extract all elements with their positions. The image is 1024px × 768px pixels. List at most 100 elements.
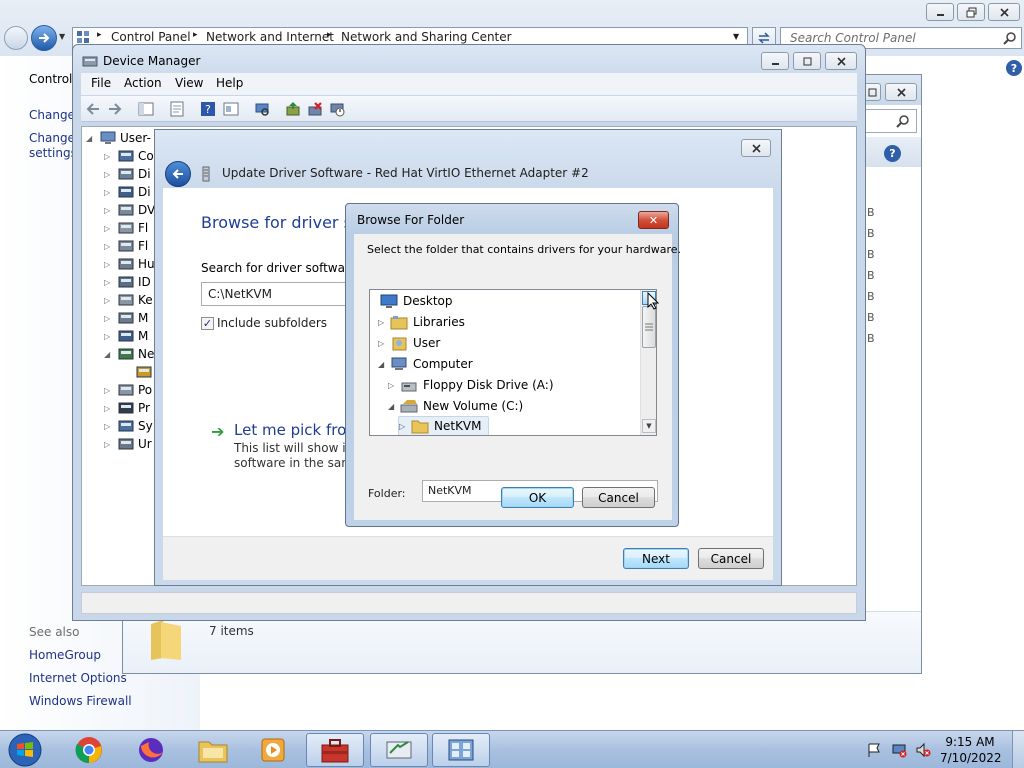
close-button[interactable]: ✕	[638, 211, 669, 229]
close-button[interactable]	[988, 3, 1020, 21]
breadcrumb-control-panel[interactable]: Control Panel	[111, 30, 191, 44]
expand-arrow[interactable]: ▷	[104, 224, 114, 233]
close-button[interactable]	[741, 139, 771, 157]
expand-arrow[interactable]: ▷	[104, 404, 114, 413]
back-icon[interactable]	[85, 101, 101, 117]
let-me-pick-link[interactable]: Let me pick from	[234, 421, 361, 439]
disable-device-icon[interactable]	[329, 101, 345, 117]
folder-tree-item[interactable]: ▷ Libraries	[378, 312, 465, 332]
collapse-arrow[interactable]: ◢	[378, 360, 388, 369]
expand-arrow[interactable]: ▷	[104, 314, 114, 323]
change-sharing-link-2[interactable]: settings	[29, 146, 77, 160]
forward-icon[interactable]	[107, 101, 123, 117]
search-input[interactable]	[865, 109, 917, 133]
device-category-item[interactable]: ▷ Fl	[104, 219, 148, 237]
maximize-button[interactable]	[793, 52, 821, 70]
driver-path-input[interactable]: C:\NetKVM	[201, 282, 351, 306]
expand-arrow[interactable]: ▷	[104, 260, 114, 269]
expand-arrow[interactable]: ▷	[104, 296, 114, 305]
forward-button[interactable]	[31, 25, 57, 51]
device-category-item[interactable]: ▷ DV	[104, 201, 155, 219]
collapse-arrow[interactable]: ◢	[388, 402, 398, 411]
help-icon[interactable]: ?	[1006, 60, 1022, 76]
folder-tree-item[interactable]: Desktop	[378, 291, 453, 311]
expand-arrow[interactable]: ▷	[104, 386, 114, 395]
tree-root[interactable]: ◢ User-	[86, 129, 151, 147]
volume-muted-icon[interactable]	[915, 742, 931, 758]
folder-tree-item[interactable]: ▷ User	[378, 333, 440, 353]
device-category-item[interactable]: ▷ Pr	[104, 399, 150, 417]
cancel-button[interactable]: Cancel	[582, 487, 655, 508]
change-sharing-link[interactable]: Change	[29, 131, 75, 145]
view-icon[interactable]	[223, 101, 239, 117]
device-category-item[interactable]: ▷ Fl	[104, 237, 148, 255]
collapse-arrow[interactable]: ◢	[86, 134, 96, 143]
back-button[interactable]	[4, 26, 28, 50]
device-category-item[interactable]: ◢ Ne	[104, 345, 154, 363]
expand-arrow[interactable]: ▷	[388, 381, 398, 390]
network-status-icon[interactable]	[891, 742, 907, 758]
vertical-scrollbar[interactable]: ▼	[640, 290, 656, 435]
media-player-taskbar-button[interactable]	[244, 733, 302, 767]
menu-help[interactable]: Help	[216, 76, 243, 90]
show-hide-tree-icon[interactable]	[138, 101, 154, 117]
expand-arrow[interactable]: ▷	[104, 242, 114, 251]
scroll-thumb[interactable]	[642, 306, 656, 348]
explorer-taskbar-button[interactable]	[184, 733, 242, 767]
cancel-button[interactable]: Cancel	[698, 548, 764, 569]
chrome-taskbar-button[interactable]	[60, 733, 118, 767]
control-panel-home-link[interactable]: Control	[29, 72, 72, 86]
back-button[interactable]	[165, 161, 191, 187]
folder-tree-item[interactable]: ◢ New Volume (C:)	[388, 396, 523, 416]
device-category-item[interactable]: ▷ Po	[104, 381, 152, 399]
menu-view[interactable]: View	[175, 76, 203, 90]
device-category-item[interactable]: ▷ M	[104, 327, 148, 345]
device-category-item[interactable]: ▷ Co	[104, 147, 154, 165]
breadcrumb-network-internet[interactable]: Network and Internet	[206, 30, 334, 44]
scan-hardware-icon[interactable]	[254, 101, 270, 117]
device-category-item[interactable]: ▷ Sy	[104, 417, 153, 435]
start-button[interactable]	[3, 731, 47, 768]
device-category-item[interactable]: ▷ ID	[104, 273, 151, 291]
expand-arrow[interactable]: ▷	[104, 170, 114, 179]
windows-firewall-link[interactable]: Windows Firewall	[29, 694, 132, 708]
device-manager-taskbar-button[interactable]	[306, 733, 364, 767]
device-category-item[interactable]: ▷ Di	[104, 183, 151, 201]
clock-date[interactable]: 7/10/2022	[940, 751, 1002, 765]
expand-arrow[interactable]: ▷	[104, 422, 114, 431]
expand-arrow[interactable]: ▷	[104, 440, 114, 449]
ok-button[interactable]: OK	[501, 487, 574, 508]
menu-file[interactable]: File	[91, 76, 111, 90]
include-subfolders-checkbox[interactable]: ✓	[201, 317, 214, 330]
update-driver-icon[interactable]	[285, 101, 301, 117]
minimize-button[interactable]	[926, 3, 954, 21]
device-category-item[interactable]: ▷ M	[104, 309, 148, 327]
expand-arrow[interactable]: ▷	[378, 339, 388, 348]
minimize-button[interactable]	[761, 52, 789, 70]
expand-arrow[interactable]: ▷	[104, 152, 114, 161]
breadcrumb-network-sharing[interactable]: Network and Sharing Center	[341, 30, 512, 44]
device-category-item[interactable]	[122, 363, 156, 381]
device-category-item[interactable]: ▷ Hu	[104, 255, 155, 273]
show-desktop-button[interactable]	[1012, 731, 1024, 768]
properties-icon[interactable]	[169, 101, 185, 117]
folder-tree-item-selected[interactable]: ▷ NetKVM	[398, 416, 489, 435]
internet-options-link[interactable]: Internet Options	[29, 671, 127, 685]
address-dropdown[interactable]: ▼	[733, 32, 739, 41]
change-adapter-link[interactable]: Change	[29, 108, 75, 122]
device-category-item[interactable]: ▷ Di	[104, 165, 151, 183]
folder-tree-item[interactable]: ▷ Floppy Disk Drive (A:)	[388, 375, 554, 395]
help-icon[interactable]: ?	[884, 145, 901, 162]
expand-arrow[interactable]: ▷	[399, 422, 409, 431]
restore-button[interactable]	[957, 3, 985, 21]
next-button[interactable]: Next	[623, 548, 689, 569]
firefox-taskbar-button[interactable]	[122, 733, 180, 767]
close-button[interactable]	[825, 52, 857, 70]
homegroup-link[interactable]: HomeGroup	[29, 648, 101, 662]
folder-tree-item[interactable]: ◢ Computer	[378, 354, 473, 374]
uninstall-icon[interactable]	[307, 101, 323, 117]
action-center-flag-icon[interactable]	[866, 742, 882, 758]
menu-action[interactable]: Action	[124, 76, 162, 90]
expand-arrow[interactable]: ▷	[378, 318, 388, 327]
expand-arrow[interactable]: ▷	[104, 332, 114, 341]
